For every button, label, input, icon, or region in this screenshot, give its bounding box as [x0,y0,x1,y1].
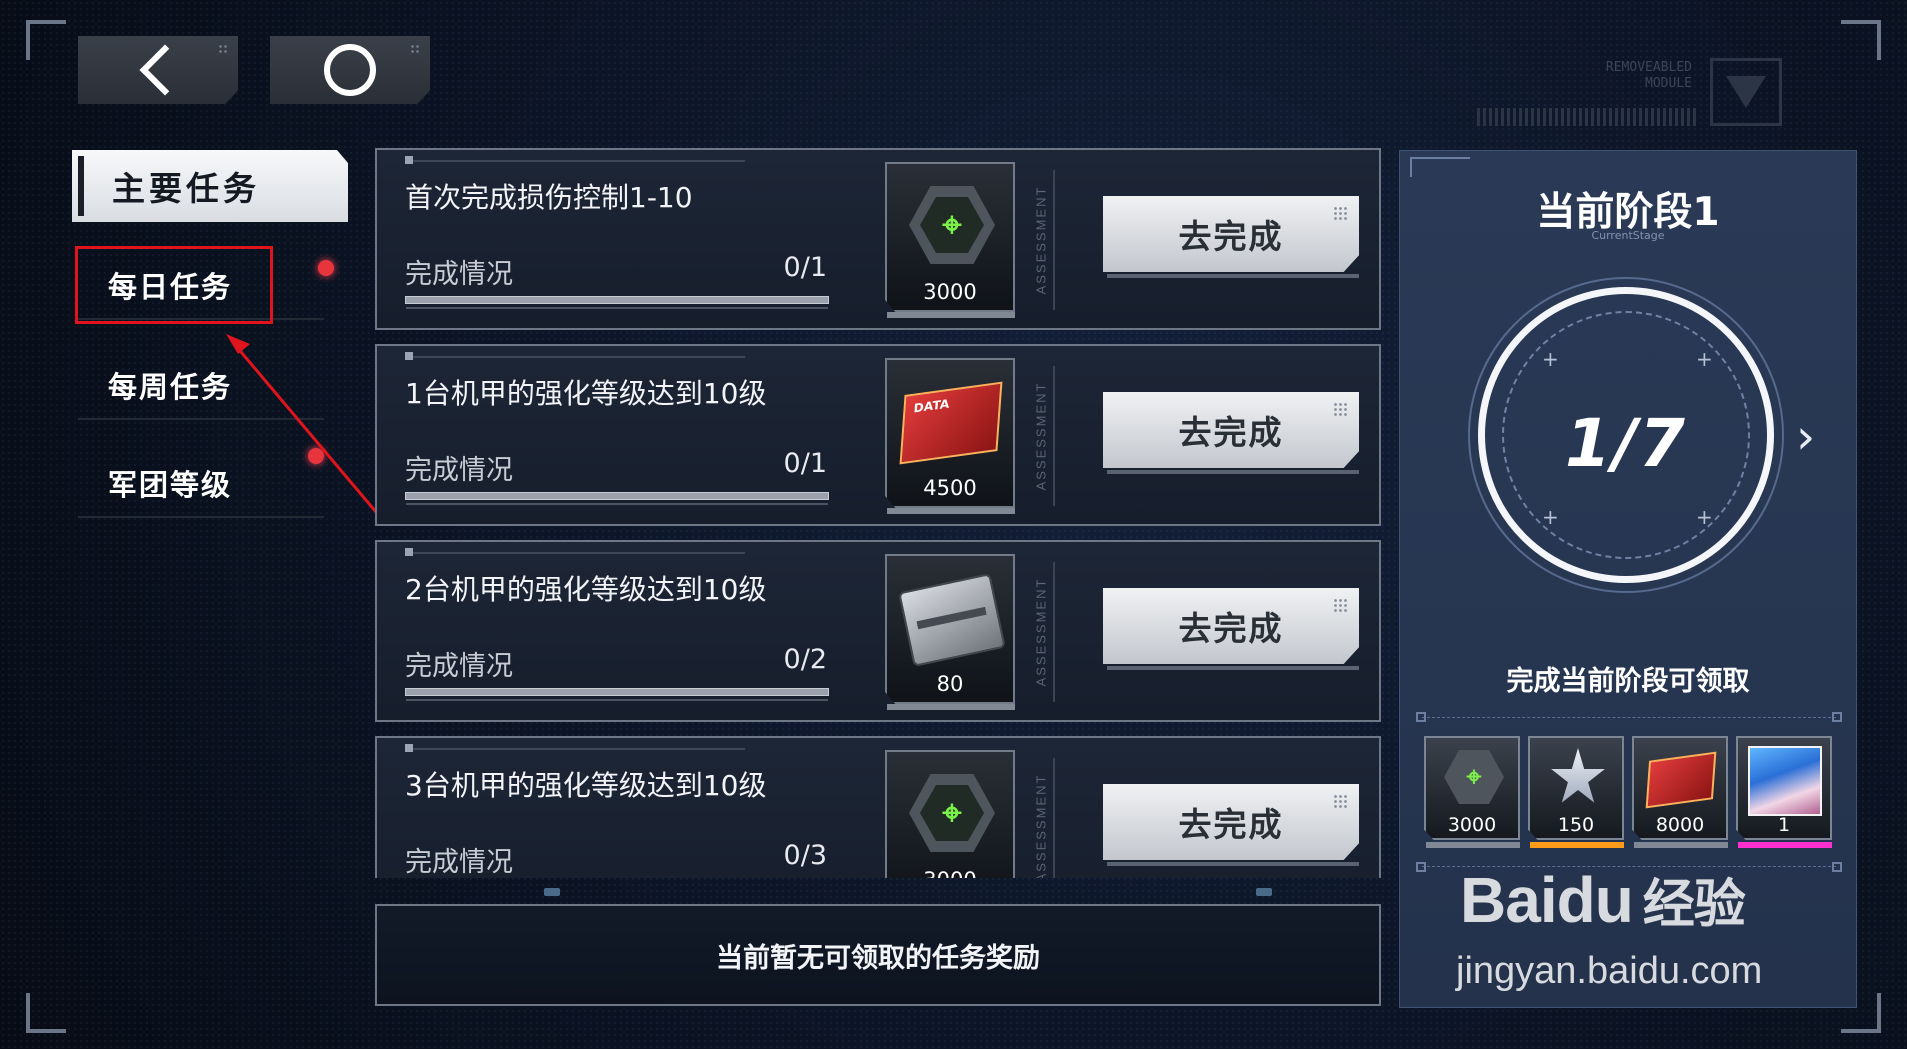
claim-status-text: 当前暂无可领取的任务奖励 [716,942,1040,974]
deco-barcode [1477,108,1697,126]
stage-subtitle: CurrentStage [1591,229,1665,242]
reward-slot[interactable]: DATA 4500 [885,358,1015,508]
green-hex-core-icon: ⌖ [1444,750,1504,804]
reward-slot[interactable]: 80 [885,554,1015,704]
frame-corner [26,993,66,1033]
tab-label: 主要任务 [112,169,260,208]
task-card: 2台机甲的强化等级达到10级 完成情况 0/2 80 ASSESSMENT 去完… [375,540,1381,722]
tab-weekly-tasks[interactable]: 每周任务 [78,352,324,420]
progress-bar [405,688,829,701]
task-list[interactable]: 首次完成损伤控制1-10 完成情况 0/1 ⌖ 3000 ASSESSMENT … [375,148,1381,878]
reward-count: 3000 [887,868,1013,878]
deco-module-text: REMOVEABLED MODULE [1605,60,1692,91]
reward-slot[interactable]: ⌖ 3000 [885,162,1015,312]
character-portrait-icon [1748,746,1822,816]
data-chip-icon [1645,751,1717,809]
ring-icon [324,44,376,96]
tab-main-tasks[interactable]: 主要任务 [72,150,348,222]
tab-legion-level[interactable]: 军团等级 [78,448,324,518]
task-card: 首次完成损伤控制1-10 完成情况 0/1 ⌖ 3000 ASSESSMENT … [375,148,1381,330]
stage-count: 1/7 [1565,405,1687,482]
stage-reward-slot[interactable]: ⌖ 3000 [1424,736,1520,840]
task-title: 3台机甲的强化等级达到10级 [405,769,767,802]
stage-reward-slot[interactable]: 8000 [1632,736,1728,840]
stage-progress-ring: + + + + 1/7 [1468,277,1784,593]
progress-value: 0/2 [783,644,827,675]
supply-crate-icon [898,573,1006,667]
stage-reward-label: 完成当前阶段可领取 [1506,666,1750,697]
go-complete-button[interactable]: 去完成 [1103,392,1359,468]
progress-label: 完成情况 [405,259,513,290]
chevron-right-icon[interactable]: › [1796,409,1815,465]
reward-count: 80 [936,672,964,696]
reward-slot[interactable]: ⌖ 3000 [885,750,1015,878]
tab-daily-tasks[interactable]: 每日任务 [78,252,334,320]
green-hex-core-icon: ⌖ [909,186,995,264]
progress-value: 0/1 [783,252,827,283]
task-card: 1台机甲的强化等级达到10级 完成情况 0/1 DATA 4500 ASSESS… [375,344,1381,526]
go-complete-button[interactable]: 去完成 [1103,784,1359,860]
reward-count: 4500 [923,476,977,500]
task-card: 3台机甲的强化等级达到10级 完成情况 0/3 ⌖ 3000 ASSESSMEN… [375,736,1381,878]
chevron-left-icon [139,44,191,96]
notification-dot [308,448,324,464]
progress-value: 0/1 [783,448,827,479]
task-title: 2台机甲的强化等级达到10级 [405,573,767,606]
progress-label: 完成情况 [405,651,513,682]
progress-label: 完成情况 [405,455,513,486]
tab-label: 军团等级 [108,468,233,502]
stage-reward-list: ⌖ 3000 150 8000 1 [1416,712,1842,872]
assessment-label: ASSESSMENT [1033,577,1049,687]
data-chip-icon: DATA [899,381,1003,465]
stage-reward-slot[interactable]: 1 [1736,736,1832,840]
frame-corner [1841,20,1881,60]
reward-count: 3000 [923,280,977,304]
go-complete-button[interactable]: 去完成 [1103,588,1359,664]
go-complete-button[interactable]: 去完成 [1103,196,1359,272]
green-hex-core-icon: ⌖ [909,774,995,852]
stage-reward-slot[interactable]: 150 [1528,736,1624,840]
progress-label: 完成情况 [405,847,513,878]
deco-triangle-icon [1710,58,1782,126]
progress-bar [405,296,829,309]
task-title: 首次完成损伤控制1-10 [405,181,693,214]
claim-all-bar[interactable]: 当前暂无可领取的任务奖励 [375,904,1381,1006]
tab-label: 每日任务 [108,270,233,304]
assessment-label: ASSESSMENT [1033,773,1049,878]
tab-label: 每周任务 [108,370,233,404]
task-title: 1台机甲的强化等级达到10级 [405,377,767,410]
notification-dot [318,260,334,276]
frame-corner [26,20,66,60]
assessment-label: ASSESSMENT [1033,381,1049,491]
progress-bar [405,492,829,505]
crystal-star-icon [1551,748,1605,803]
home-button[interactable] [270,36,430,104]
baidu-watermark: Baidu 经验 jingyan.baidu.com [1456,864,1763,992]
back-button[interactable] [78,36,238,104]
progress-value: 0/3 [783,840,827,871]
assessment-label: ASSESSMENT [1033,185,1049,295]
